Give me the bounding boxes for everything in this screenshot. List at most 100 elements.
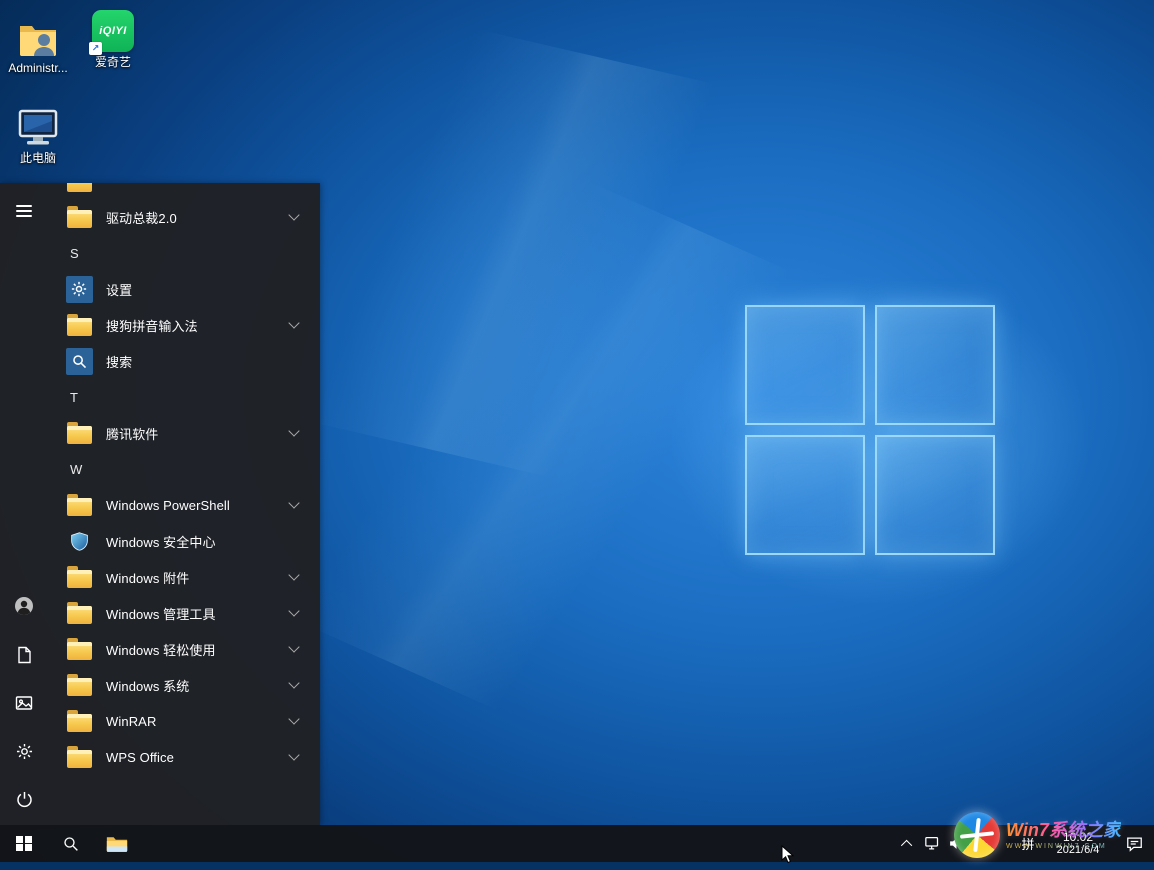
search-icon <box>71 353 88 370</box>
folder-icon <box>67 714 92 732</box>
start-menu-rail <box>0 183 48 825</box>
desktop-icon-administrator[interactable]: Administr... <box>0 18 76 75</box>
chevron-down-icon[interactable] <box>288 317 299 328</box>
chevron-down-icon[interactable] <box>288 497 299 508</box>
show-hidden-icons-button[interactable] <box>896 825 920 862</box>
power-button[interactable] <box>0 781 48 817</box>
letter-header-w[interactable]: W <box>48 451 320 487</box>
chevron-down-icon[interactable] <box>288 209 299 220</box>
start-menu-item-winrar[interactable]: WinRAR <box>48 703 320 739</box>
action-center-button[interactable] <box>1114 825 1154 862</box>
start-menu-item-label: Windows 轻松使用 <box>106 640 216 659</box>
menu-button[interactable] <box>0 193 48 229</box>
ime-indicator[interactable]: 拼 <box>1014 825 1042 862</box>
chevron-down-icon[interactable] <box>288 605 299 616</box>
security-shield-icon <box>69 531 90 552</box>
start-menu-item-label: Windows 系统 <box>106 676 189 695</box>
start-menu-app-list: 驱动总裁2.0 S 设置 搜狗拼音输入法 <box>48 183 320 825</box>
folder-icon <box>67 426 92 444</box>
settings-button[interactable] <box>0 733 48 769</box>
clock-date: 2021/6/4 <box>1057 844 1100 857</box>
power-icon <box>15 790 34 809</box>
start-button[interactable] <box>0 825 48 862</box>
chevron-down-icon[interactable] <box>288 749 299 760</box>
start-menu-item-windows-accessories[interactable]: Windows 附件 <box>48 559 320 595</box>
desktop-icon-label: 爱奇艺 <box>95 56 131 69</box>
start-menu-item-sogou-pinyin[interactable]: 搜狗拼音输入法 <box>48 307 320 343</box>
windows-logo-pane <box>875 305 995 425</box>
folder-icon <box>67 498 92 516</box>
folder-icon <box>67 210 92 228</box>
iqiyi-logo-text: iQIYI <box>99 25 127 37</box>
start-menu-item-label: Windows PowerShell <box>106 498 230 513</box>
windows-logo-pane <box>875 435 995 555</box>
chevron-down-icon[interactable] <box>288 641 299 652</box>
folder-icon <box>67 318 92 336</box>
start-menu-item-windows-admin-tools[interactable]: Windows 管理工具 <box>48 595 320 631</box>
folder-icon <box>67 570 92 588</box>
network-icon <box>924 836 941 851</box>
speaker-icon <box>948 835 965 852</box>
windows-logo-pane <box>745 305 865 425</box>
start-menu-item-label: Windows 安全中心 <box>106 532 216 551</box>
file-explorer-icon <box>106 835 128 853</box>
windows-flag-icon <box>16 836 32 852</box>
user-folder-icon <box>17 18 59 58</box>
user-account-button[interactable] <box>0 588 48 624</box>
computer-monitor-icon <box>15 108 61 148</box>
folder-icon <box>67 678 92 696</box>
start-menu-item-windows-system[interactable]: Windows 系统 <box>48 667 320 703</box>
system-tray: 拼 10:02 2021/6/4 <box>896 825 1154 862</box>
folder-icon <box>67 183 92 192</box>
start-menu-item-driver-master[interactable]: 驱动总裁2.0 <box>48 199 320 235</box>
shortcut-arrow-icon: ↗ <box>89 42 102 55</box>
start-menu-item-label: WinRAR <box>106 714 156 729</box>
windows-logo <box>745 305 995 555</box>
network-tray-button[interactable] <box>920 825 944 862</box>
start-menu-item-partial[interactable] <box>48 183 320 199</box>
desktop-icon-iqiyi[interactable]: iQIYI ↗ 爱奇艺 <box>75 10 151 69</box>
search-tile <box>66 348 93 375</box>
start-menu-item-label: 驱动总裁2.0 <box>106 208 177 227</box>
taskbar-clock[interactable]: 10:02 2021/6/4 <box>1042 825 1114 862</box>
start-menu-item-powershell[interactable]: Windows PowerShell <box>48 487 320 523</box>
folder-icon <box>67 606 92 624</box>
windows-logo-pane <box>745 435 865 555</box>
search-icon <box>62 835 80 853</box>
volume-tray-button[interactable] <box>944 825 968 862</box>
desktop-icon-this-pc[interactable]: 此电脑 <box>0 108 76 165</box>
file-explorer-button[interactable] <box>94 825 140 862</box>
letter-header-s[interactable]: S <box>48 235 320 271</box>
chevron-down-icon[interactable] <box>288 569 299 580</box>
start-menu-item-settings[interactable]: 设置 <box>48 271 320 307</box>
letter-header-label: S <box>64 246 79 261</box>
chevron-down-icon[interactable] <box>288 677 299 688</box>
gear-icon <box>15 742 34 761</box>
pictures-button[interactable] <box>0 685 48 721</box>
settings-tile <box>66 276 93 303</box>
folder-icon <box>67 642 92 660</box>
start-menu-item-label: Windows 管理工具 <box>106 604 216 623</box>
start-menu-item-label: Windows 附件 <box>106 568 189 587</box>
start-menu-item-label: WPS Office <box>106 750 174 765</box>
taskbar-search-button[interactable] <box>48 825 94 862</box>
start-menu-item-label: 腾讯软件 <box>106 424 158 443</box>
start-menu-item-label: 搜索 <box>106 352 132 371</box>
start-menu-item-windows-ease-of-access[interactable]: Windows 轻松使用 <box>48 631 320 667</box>
start-menu-item-search[interactable]: 搜索 <box>48 343 320 379</box>
desktop-icon-label: 此电脑 <box>20 152 56 165</box>
start-menu-item-tencent[interactable]: 腾讯软件 <box>48 415 320 451</box>
start-menu-item-wps-office[interactable]: WPS Office <box>48 739 320 775</box>
pictures-icon <box>15 694 33 712</box>
document-icon <box>15 646 33 664</box>
chevron-down-icon[interactable] <box>288 713 299 724</box>
chevron-down-icon[interactable] <box>288 425 299 436</box>
desktop-icon-label: Administr... <box>8 62 67 75</box>
start-menu-item-windows-security[interactable]: Windows 安全中心 <box>48 523 320 559</box>
start-menu-item-label: 设置 <box>106 280 132 299</box>
taskbar: 拼 10:02 2021/6/4 <box>0 825 1154 862</box>
folder-icon <box>67 750 92 768</box>
letter-header-t[interactable]: T <box>48 379 320 415</box>
user-icon <box>14 596 34 616</box>
documents-button[interactable] <box>0 637 48 673</box>
